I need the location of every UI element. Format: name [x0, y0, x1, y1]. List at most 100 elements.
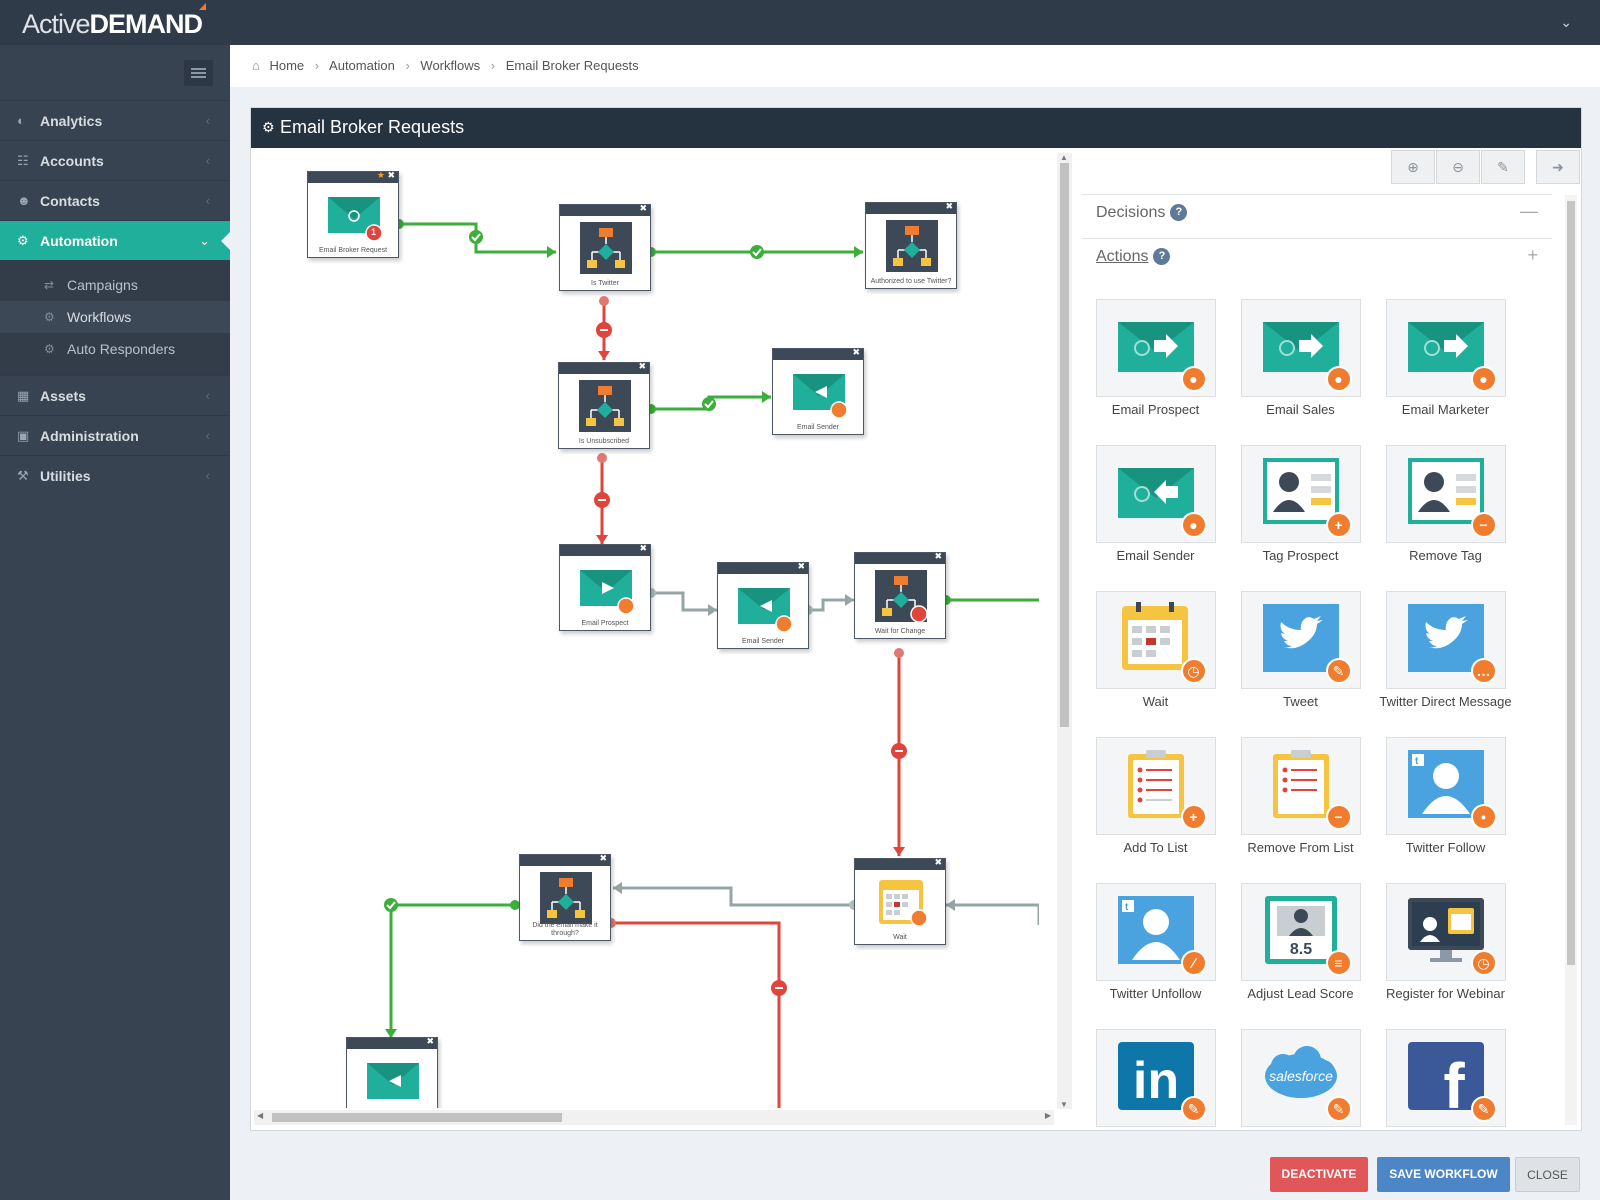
- chevron-left-icon: ‹: [205, 153, 210, 168]
- star-icon[interactable]: ★: [377, 170, 385, 181]
- sidebar-item-assets[interactable]: ▦ Assets ‹: [0, 375, 230, 415]
- scroll-up-icon[interactable]: ▲: [1060, 153, 1068, 162]
- action-label: Email Sender: [1116, 548, 1195, 563]
- action-linkedin[interactable]: in ✎: [1083, 1029, 1228, 1127]
- close-icon[interactable]: ✖: [639, 543, 647, 554]
- sidebar-subitem-auto-responders[interactable]: ⚙ Auto Responders: [0, 333, 230, 365]
- workflow-node[interactable]: ✖ Is Unsubscribed: [558, 361, 650, 449]
- workflow-node[interactable]: ✖ Email Sender: [717, 561, 809, 649]
- help-icon[interactable]: ?: [1153, 248, 1171, 266]
- connector-default[interactable]: [613, 886, 854, 907]
- action-tag-prospect[interactable]: + Tag Prospect: [1228, 445, 1373, 565]
- action-twitter-direct-message[interactable]: … Twitter Direct Message: [1373, 591, 1518, 711]
- workflow-node[interactable]: ✖ Wait for Change: [854, 551, 946, 639]
- action-remove-tag[interactable]: − Remove Tag: [1373, 445, 1518, 565]
- edit-button[interactable]: ✎: [1481, 150, 1525, 184]
- action-twitter-follow[interactable]: t • Twitter Follow: [1373, 737, 1518, 857]
- expand-icon[interactable]: +: [1527, 245, 1538, 266]
- menu-toggle-icon[interactable]: [184, 60, 213, 86]
- action-email-sales[interactable]: ● Email Sales: [1228, 299, 1373, 419]
- breadcrumb-automation[interactable]: Automation: [329, 58, 395, 73]
- decisions-section-header[interactable]: Decisions? —: [1082, 194, 1552, 230]
- sidebar-item-contacts[interactable]: ☻ Contacts ‹: [0, 180, 230, 220]
- close-icon[interactable]: ✖: [934, 551, 942, 562]
- canvas-horizontal-scrollbar[interactable]: ◀ ▶: [254, 1110, 1054, 1125]
- help-icon[interactable]: ?: [1170, 204, 1188, 222]
- workflow-node[interactable]: ✖ Email Prospect: [559, 543, 651, 631]
- logo[interactable]: ActiveDEMAND: [22, 3, 207, 40]
- scroll-left-icon[interactable]: ◀: [257, 1111, 263, 1120]
- action-email-prospect[interactable]: ● Email Prospect: [1083, 299, 1228, 419]
- workflow-node[interactable]: ✖: [346, 1036, 438, 1108]
- sidebar-item-utilities[interactable]: ⚒ Utilities ‹: [0, 455, 230, 495]
- sidebar-item-analytics[interactable]: ◐ Analytics ‹: [0, 100, 230, 140]
- workflow-node[interactable]: ✖ Email Sender: [772, 347, 864, 435]
- palette-scrollbar[interactable]: [1565, 195, 1577, 1125]
- salesforce-logo-text: salesforce: [1269, 1068, 1333, 1084]
- close-icon[interactable]: ✖: [599, 853, 607, 864]
- scroll-right-icon[interactable]: ▶: [1045, 1111, 1051, 1120]
- workflow-node[interactable]: ✖ Did the email make it through?: [519, 853, 611, 941]
- action-email-marketer[interactable]: ● Email Marketer: [1373, 299, 1518, 419]
- action-remove-from-list[interactable]: − Remove From List: [1228, 737, 1373, 857]
- sidebar-item-accounts[interactable]: ☷ Accounts ‹: [0, 140, 230, 180]
- action-register-for-webinar[interactable]: ◷ Register for Webinar: [1373, 883, 1518, 1003]
- node-count-badge: 1: [371, 227, 377, 237]
- close-icon[interactable]: ✖: [426, 1036, 434, 1047]
- close-icon[interactable]: ✖: [638, 361, 646, 372]
- connector-default[interactable]: [946, 903, 1039, 925]
- connector-fail[interactable]: [611, 921, 781, 1108]
- chevron-left-icon: ‹: [205, 388, 210, 403]
- scroll-down-icon[interactable]: ▼: [1060, 1100, 1068, 1109]
- sidebar-subitem-label: Auto Responders: [67, 341, 176, 357]
- action-adjust-lead-score[interactable]: 8.5 ≡ Adjust Lead Score: [1228, 883, 1373, 1003]
- action-label: Tweet: [1283, 694, 1318, 709]
- workflow-node[interactable]: ✖ Wait: [854, 857, 946, 945]
- breadcrumb-home[interactable]: Home: [269, 58, 304, 73]
- home-icon[interactable]: ⌂: [252, 58, 260, 73]
- scroll-thumb[interactable]: [1060, 163, 1069, 727]
- action-tweet[interactable]: ✎ Tweet: [1228, 591, 1373, 711]
- connector-default[interactable]: [651, 591, 717, 612]
- zoom-out-button[interactable]: ⊖: [1436, 150, 1480, 184]
- zoom-in-button[interactable]: ⊕: [1391, 150, 1435, 184]
- connector-success[interactable]: [389, 903, 515, 1038]
- collapse-icon[interactable]: —: [1520, 201, 1538, 222]
- workflow-node[interactable]: ✖ Authorized to use Twitter?: [865, 201, 957, 289]
- clock-badge-icon: ◷: [1470, 950, 1497, 976]
- close-icon[interactable]: ✖: [852, 347, 860, 358]
- breadcrumb: ⌂ Home › Automation › Workflows › Email …: [252, 58, 639, 73]
- actions-section-header[interactable]: Actions? +: [1082, 238, 1552, 274]
- sidebar-item-label: Accounts: [40, 153, 104, 169]
- sidebar-subitem-campaigns[interactable]: ⇄ Campaigns: [0, 269, 230, 301]
- action-email-sender[interactable]: ● Email Sender: [1083, 445, 1228, 565]
- action-twitter-unfollow[interactable]: t ∕ Twitter Unfollow: [1083, 883, 1228, 1003]
- workflow-node[interactable]: ✖ Is Twitter: [559, 203, 651, 291]
- user-menu-chevron-icon[interactable]: ⌄: [1560, 14, 1572, 31]
- breadcrumb-current: Email Broker Requests: [505, 58, 639, 73]
- close-icon[interactable]: ✖: [797, 561, 805, 572]
- action-label: Register for Webinar: [1386, 986, 1505, 1001]
- action-facebook[interactable]: f ✎: [1373, 1029, 1518, 1127]
- close-icon[interactable]: ✖: [945, 201, 953, 212]
- forward-button[interactable]: ➜: [1536, 150, 1580, 184]
- scroll-thumb[interactable]: [1567, 201, 1575, 965]
- sidebar-item-administration[interactable]: ▣ Administration ‹: [0, 415, 230, 455]
- action-add-to-list[interactable]: + Add To List: [1083, 737, 1228, 857]
- scroll-thumb[interactable]: [272, 1113, 562, 1122]
- breadcrumb-workflows[interactable]: Workflows: [420, 58, 480, 73]
- close-icon[interactable]: ✖: [387, 170, 395, 181]
- save-workflow-button[interactable]: SAVE WORKFLOW: [1377, 1157, 1510, 1192]
- workflow-canvas[interactable]: ★ ✖ 1 Email Broker Request ✖ Is Twitter ✖…: [251, 148, 1039, 1108]
- sidebar-subitem-workflows[interactable]: ⚙ Workflows: [0, 301, 230, 333]
- close-button[interactable]: CLOSE: [1515, 1157, 1580, 1192]
- action-label: Twitter Follow: [1405, 840, 1486, 855]
- canvas-vertical-scrollbar[interactable]: ▲ ▼: [1057, 153, 1072, 1109]
- deactivate-button[interactable]: DEACTIVATE: [1270, 1157, 1368, 1192]
- workflow-node[interactable]: ★ ✖ 1 Email Broker Request: [307, 170, 399, 258]
- close-icon[interactable]: ✖: [934, 857, 942, 868]
- action-wait[interactable]: ◷ Wait: [1083, 591, 1228, 711]
- sidebar-item-automation[interactable]: ⚙ Automation ⌄: [0, 220, 230, 260]
- close-icon[interactable]: ✖: [639, 203, 647, 214]
- action-salesforce[interactable]: salesforce ✎: [1228, 1029, 1373, 1127]
